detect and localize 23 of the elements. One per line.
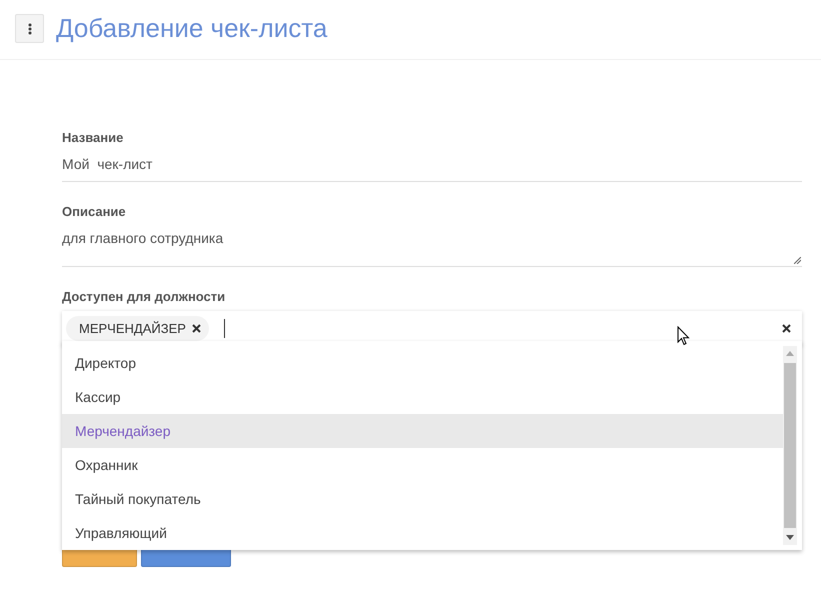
dropdown-option[interactable]: Мерчендайзер: [62, 414, 783, 448]
dropdown-option[interactable]: Директор: [62, 346, 783, 380]
resize-grip-icon[interactable]: [794, 257, 801, 264]
dropdown-option[interactable]: Управляющий: [62, 516, 783, 550]
dropdown-option[interactable]: Тайный покупатель: [62, 482, 783, 516]
description-textarea[interactable]: для главного сотрудника: [62, 222, 802, 267]
scroll-down-icon[interactable]: [786, 535, 794, 540]
remove-icon[interactable]: [192, 324, 201, 333]
clear-button[interactable]: [782, 324, 791, 333]
menu-icon: [28, 22, 32, 34]
name-input[interactable]: Мой чек-лист: [62, 148, 802, 182]
scrollbar-thumb[interactable]: [784, 363, 796, 528]
dropdown-option[interactable]: Охранник: [62, 448, 783, 482]
field-label: Доступен для должности: [62, 289, 226, 306]
field-label: Название: [62, 130, 124, 147]
field-label: Описание: [62, 204, 127, 221]
close-icon: [782, 324, 791, 333]
page-title: Добавление чек-листа: [56, 13, 328, 44]
text-cursor: [224, 319, 225, 338]
scrollbar[interactable]: [783, 346, 797, 545]
dropdown-option[interactable]: Кассир: [62, 380, 783, 414]
tag-label: МЕРЧЕНДАЙЗЕР: [79, 321, 186, 336]
menu-button[interactable]: [15, 14, 44, 43]
